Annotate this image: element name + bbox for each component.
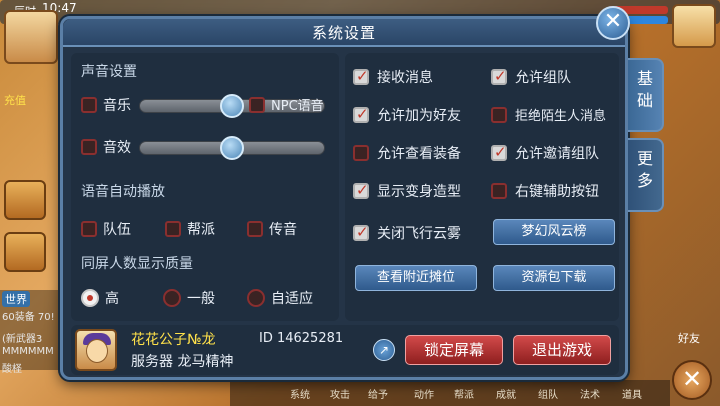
hud-menu-items[interactable]: 道具 (622, 386, 642, 401)
hud-menu-give[interactable]: 给予 (368, 386, 388, 401)
quality-normal-radio[interactable] (163, 289, 181, 307)
auto-voice-whisper-checkbox[interactable] (247, 221, 263, 237)
auto-voice-whisper-label: 传音 (269, 222, 297, 238)
hud-menu-action[interactable]: 动作 (414, 386, 434, 401)
dialog-title: 系统设置 (311, 24, 376, 42)
allow-friend-label: 允许加为好友 (377, 108, 461, 124)
hud-chat-line: MMMMMM (2, 346, 54, 357)
nearby-stalls-button[interactable]: 查看附近摊位 (355, 265, 477, 291)
reject-stranger-checkbox[interactable] (491, 107, 507, 123)
hud-menu-team[interactable]: 组队 (538, 386, 558, 401)
hud-left-button-1[interactable] (4, 180, 46, 220)
allow-team-checkbox[interactable] (491, 67, 507, 85)
fantasy-rank-button[interactable]: 梦幻风云榜 (493, 219, 615, 245)
allow-view-equip-checkbox[interactable] (353, 145, 369, 161)
player-id: ID 14625281 (259, 331, 344, 346)
hud-menu-skill[interactable]: 法术 (580, 386, 600, 401)
allow-invite-team-checkbox[interactable] (491, 143, 507, 161)
hud-chat-line: (新武器3 (2, 334, 43, 345)
show-transform-checkbox[interactable] (353, 181, 369, 199)
receive-messages-checkbox[interactable] (353, 67, 369, 85)
quality-section-title: 同屏人数显示质量 (81, 256, 193, 272)
hud-friend-button[interactable]: 好友 (678, 330, 700, 346)
music-volume-knob[interactable] (220, 94, 244, 118)
allow-friend-checkbox[interactable] (353, 105, 369, 123)
quality-normal-label: 一般 (187, 291, 215, 307)
player-footer: 花花公子№龙 服务器 龙马精神 ID 14625281 ↗ 锁定屏幕 退出游戏 (71, 325, 619, 375)
auto-voice-guild-checkbox[interactable] (165, 221, 181, 237)
auto-voice-team-checkbox[interactable] (81, 221, 97, 237)
sound-section-title: 声音设置 (81, 64, 137, 80)
tab-basic-label: 基础 (636, 69, 653, 110)
effects-checkbox[interactable] (81, 139, 97, 155)
npc-voice-label: NPC语音 (271, 99, 324, 114)
right-click-assist-checkbox[interactable] (491, 183, 507, 199)
player-name: 花花公子№龙 (131, 332, 216, 348)
quality-adaptive-label: 自适应 (271, 291, 313, 307)
quality-high-radio[interactable] (81, 289, 99, 307)
hud-menu-achievement[interactable]: 成就 (496, 386, 516, 401)
quality-adaptive-radio[interactable] (247, 289, 265, 307)
tab-basic[interactable]: 基础 (628, 58, 664, 132)
hud-player-avatar[interactable] (672, 4, 716, 48)
lock-screen-button[interactable]: 锁定屏幕 (405, 335, 503, 365)
hud-pet-avatar[interactable] (4, 10, 58, 64)
close-cloud-label: 关闭飞行云雾 (377, 226, 461, 242)
npc-voice-checkbox[interactable] (249, 97, 265, 113)
hud-chat-line: 酸柽 (2, 364, 22, 375)
hud-chat-bubble-icon[interactable] (4, 232, 46, 272)
reject-stranger-label: 拒绝陌生人消息 (515, 109, 607, 124)
resource-download-button[interactable]: 资源包下载 (493, 265, 615, 291)
effects-label: 音效 (103, 140, 131, 156)
allow-invite-team-label: 允许邀请组队 (515, 146, 599, 162)
hud-chat-channel[interactable]: 世界 (2, 291, 30, 307)
auto-voice-guild-label: 帮派 (187, 222, 215, 238)
dialog-title-bar: 系统设置 (63, 19, 625, 47)
right-click-assist-label: 右键辅助按钮 (515, 184, 599, 200)
close-cloud-checkbox[interactable] (353, 223, 369, 241)
system-settings-dialog: 系统设置 声音设置 音乐 NPC语音 音效 语音自动播放 队伍 帮派 传音 同屏… (60, 16, 628, 380)
close-icon[interactable]: ✕ (596, 6, 630, 40)
player-server: 服务器 龙马精神 (131, 354, 234, 370)
exit-game-button[interactable]: 退出游戏 (513, 335, 611, 365)
tab-more[interactable]: 更多 (628, 138, 664, 212)
allow-team-label: 允许组队 (515, 70, 571, 86)
music-checkbox[interactable] (81, 97, 97, 113)
receive-messages-label: 接收消息 (377, 70, 433, 86)
allow-view-equip-label: 允许查看装备 (377, 146, 461, 162)
hud-chat-line: 60装备 70! (2, 312, 55, 323)
tab-more-label: 更多 (636, 149, 653, 190)
effects-volume-knob[interactable] (220, 136, 244, 160)
music-label: 音乐 (103, 98, 131, 114)
player-avatar (75, 329, 117, 371)
share-icon[interactable]: ↗ (373, 339, 395, 361)
right-settings-panel: 接收消息 允许组队 允许加为好友 拒绝陌生人消息 允许查看装备 允许邀请组队 显… (345, 53, 619, 321)
left-settings-panel: 声音设置 音乐 NPC语音 音效 语音自动播放 队伍 帮派 传音 同屏人数显示质… (71, 53, 339, 321)
quality-high-label: 高 (105, 291, 119, 307)
hud-menu-guild[interactable]: 帮派 (454, 386, 474, 401)
hud-recharge-button[interactable]: 充值 (4, 92, 26, 108)
show-transform-label: 显示变身造型 (377, 184, 461, 200)
auto-voice-section-title: 语音自动播放 (81, 184, 165, 200)
hud-close-round-icon[interactable]: ✕ (672, 360, 712, 400)
hud-menu-attack[interactable]: 攻击 (330, 386, 350, 401)
hud-menu-system[interactable]: 系统 (290, 386, 310, 401)
auto-voice-team-label: 队伍 (103, 222, 131, 238)
